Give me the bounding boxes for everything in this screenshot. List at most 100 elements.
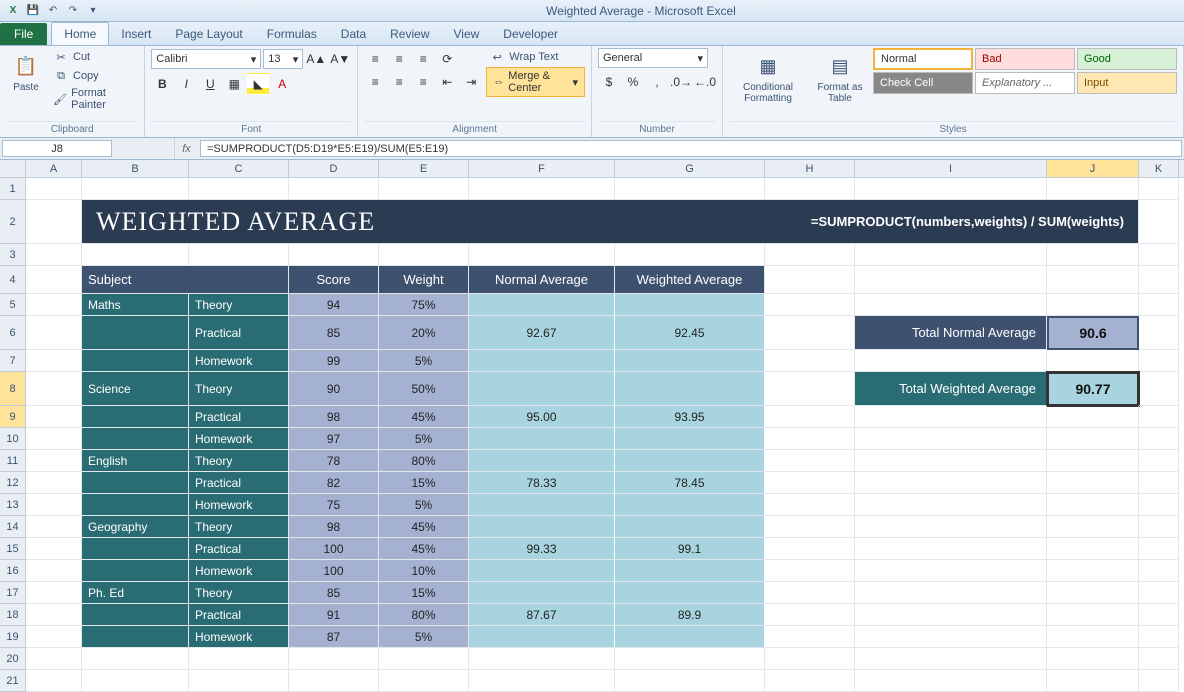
cell[interactable] — [855, 266, 1047, 294]
row-header[interactable]: 13 — [0, 494, 26, 516]
cell[interactable] — [765, 450, 855, 472]
excel-app-icon[interactable]: X — [4, 3, 22, 19]
score-cell[interactable]: 87 — [289, 626, 379, 648]
weighted-avg-cell[interactable]: 78.45 — [615, 472, 765, 494]
row-header[interactable]: 4 — [0, 266, 26, 294]
normal-avg-cell[interactable] — [469, 516, 615, 538]
weight-cell[interactable]: 80% — [379, 450, 469, 472]
cell[interactable] — [855, 538, 1047, 560]
cell[interactable] — [1139, 626, 1179, 648]
normal-avg-cell[interactable] — [469, 350, 615, 372]
cell[interactable] — [1139, 294, 1179, 316]
style-bad[interactable]: Bad — [975, 48, 1075, 70]
cell[interactable] — [1139, 244, 1179, 266]
cell[interactable] — [82, 178, 189, 200]
cell[interactable] — [1047, 538, 1139, 560]
cell[interactable] — [1047, 626, 1139, 648]
align-right-icon[interactable]: ≡ — [412, 71, 434, 93]
summary-weighted-value[interactable]: 90.77 — [1047, 372, 1139, 406]
cell[interactable] — [1047, 178, 1139, 200]
cell[interactable] — [765, 604, 855, 626]
style-normal[interactable]: Normal — [873, 48, 973, 70]
row-header[interactable]: 10 — [0, 428, 26, 450]
subject-type[interactable]: Theory — [189, 516, 289, 538]
orientation-icon[interactable]: ⟳ — [436, 48, 458, 70]
tab-home[interactable]: Home — [51, 22, 109, 45]
tab-file[interactable]: File — [0, 23, 47, 45]
cell[interactable] — [189, 648, 289, 670]
weight-cell[interactable]: 45% — [379, 406, 469, 428]
cell[interactable] — [289, 670, 379, 692]
col-header[interactable]: I — [855, 160, 1047, 177]
weighted-avg-cell[interactable]: 93.95 — [615, 406, 765, 428]
cell[interactable] — [1047, 428, 1139, 450]
row-header[interactable]: 3 — [0, 244, 26, 266]
cell[interactable] — [855, 670, 1047, 692]
cell[interactable] — [82, 244, 189, 266]
cell[interactable] — [1139, 516, 1179, 538]
cell[interactable] — [765, 560, 855, 582]
normal-avg-cell[interactable] — [469, 626, 615, 648]
col-header[interactable]: F — [469, 160, 615, 177]
cell[interactable] — [1047, 244, 1139, 266]
row-header[interactable]: 19 — [0, 626, 26, 648]
weighted-avg-cell[interactable] — [615, 428, 765, 450]
cell[interactable] — [82, 648, 189, 670]
cell[interactable] — [1139, 200, 1179, 244]
cell[interactable] — [765, 266, 855, 294]
weight-cell[interactable]: 10% — [379, 560, 469, 582]
format-as-table-button[interactable]: ▤Format as Table — [811, 48, 869, 106]
subject-type[interactable]: Theory — [189, 450, 289, 472]
weight-cell[interactable]: 50% — [379, 372, 469, 406]
qat-more-icon[interactable]: ▾ — [84, 3, 102, 19]
col-header[interactable]: D — [289, 160, 379, 177]
weight-cell[interactable]: 20% — [379, 316, 469, 350]
col-header[interactable]: G — [615, 160, 765, 177]
cell[interactable] — [855, 350, 1047, 372]
comma-icon[interactable]: , — [646, 71, 668, 93]
cell[interactable] — [469, 648, 615, 670]
col-header[interactable]: K — [1139, 160, 1179, 177]
subject-type[interactable]: Theory — [189, 372, 289, 406]
cell[interactable] — [1047, 494, 1139, 516]
tab-view[interactable]: View — [442, 23, 492, 45]
score-cell[interactable]: 75 — [289, 494, 379, 516]
summary-normal-label[interactable]: Total Normal Average — [855, 316, 1047, 350]
cell[interactable] — [615, 670, 765, 692]
subject-name[interactable]: English — [82, 450, 189, 472]
row-header[interactable]: 20 — [0, 648, 26, 670]
cell[interactable] — [1139, 648, 1179, 670]
tab-page-layout[interactable]: Page Layout — [163, 23, 254, 45]
weighted-avg-cell[interactable] — [615, 626, 765, 648]
normal-avg-cell[interactable] — [469, 494, 615, 516]
row-header[interactable]: 5 — [0, 294, 26, 316]
cell[interactable] — [1047, 648, 1139, 670]
cell[interactable] — [1139, 472, 1179, 494]
score-cell[interactable]: 98 — [289, 406, 379, 428]
cell[interactable] — [765, 472, 855, 494]
subject-type[interactable]: Homework — [189, 428, 289, 450]
score-cell[interactable]: 91 — [289, 604, 379, 626]
cell[interactable] — [1139, 604, 1179, 626]
cell[interactable] — [765, 516, 855, 538]
weighted-avg-cell[interactable] — [615, 350, 765, 372]
cell[interactable] — [189, 244, 289, 266]
normal-avg-cell[interactable]: 78.33 — [469, 472, 615, 494]
weight-cell[interactable]: 5% — [379, 428, 469, 450]
cell[interactable] — [1139, 406, 1179, 428]
cell[interactable] — [189, 670, 289, 692]
cell[interactable] — [289, 648, 379, 670]
tab-developer[interactable]: Developer — [491, 23, 570, 45]
wrap-text-button[interactable]: ↩Wrap Text — [486, 48, 585, 66]
align-left-icon[interactable]: ≡ — [364, 71, 386, 93]
row-header[interactable]: 14 — [0, 516, 26, 538]
cell[interactable] — [1047, 406, 1139, 428]
spreadsheet-area[interactable]: A B C D E F G H I J K 12WEIGHTED AVERAGE… — [0, 160, 1184, 692]
subject-type[interactable]: Practical — [189, 406, 289, 428]
font-color-button[interactable]: A — [271, 73, 293, 95]
weighted-avg-cell[interactable]: 99.1 — [615, 538, 765, 560]
subject-name[interactable]: Ph. Ed — [82, 582, 189, 604]
col-header[interactable]: J — [1047, 160, 1139, 177]
cell[interactable] — [1139, 560, 1179, 582]
cell[interactable] — [26, 372, 82, 406]
